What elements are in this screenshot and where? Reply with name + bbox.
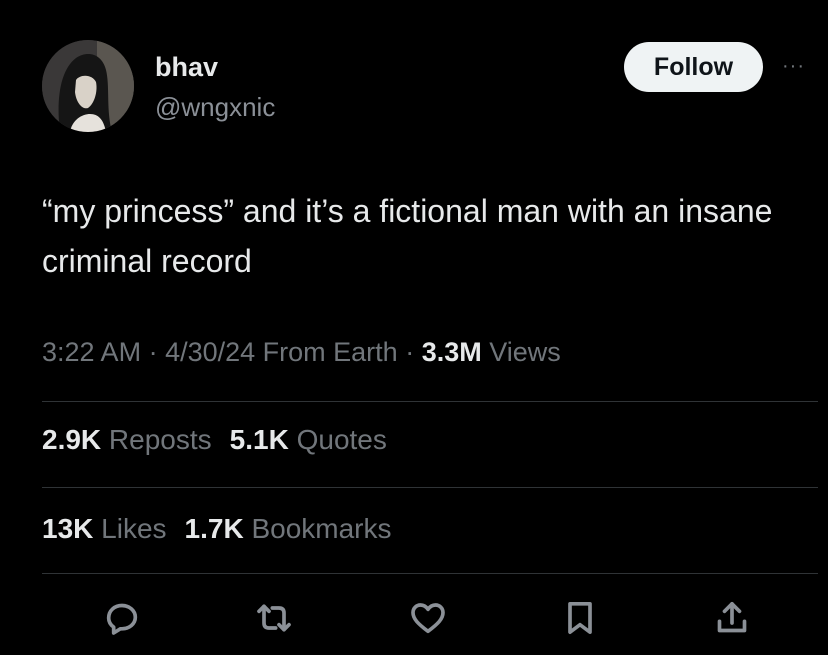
- tweet-source: From Earth: [255, 337, 398, 367]
- heart-icon: [411, 603, 445, 634]
- views-label: Views: [481, 337, 561, 367]
- reposts-stat[interactable]: 2.9K Reposts: [42, 424, 212, 455]
- stats-row-likes-bookmarks: 13K Likes 1.7K Bookmarks: [42, 513, 392, 545]
- repost-icon: [257, 604, 291, 632]
- tweet-time[interactable]: 3:22 AM: [42, 337, 141, 367]
- share-button[interactable]: [708, 594, 756, 642]
- bookmark-button[interactable]: [556, 594, 604, 642]
- bookmarks-label: Bookmarks: [243, 513, 392, 544]
- repost-button[interactable]: [250, 594, 298, 642]
- quotes-label: Quotes: [288, 424, 387, 455]
- likes-stat[interactable]: 13K Likes: [42, 513, 167, 544]
- stats-row-reposts-quotes: 2.9K Reposts 5.1K Quotes: [42, 424, 387, 456]
- meta-separator: ·: [141, 337, 166, 367]
- likes-count: 13K: [42, 513, 94, 544]
- likes-label: Likes: [93, 513, 167, 544]
- reposts-label: Reposts: [101, 424, 212, 455]
- tweet-date[interactable]: 4/30/24: [165, 337, 255, 367]
- action-bar: [0, 590, 828, 650]
- bookmarks-stat[interactable]: 1.7K Bookmarks: [185, 513, 392, 544]
- author-handle[interactable]: @wngxnic: [155, 92, 275, 123]
- divider: [42, 487, 818, 488]
- bookmarks-count: 1.7K: [184, 513, 244, 544]
- quotes-count: 5.1K: [229, 424, 289, 455]
- tweet-text: “my princess” and it’s a fictional man w…: [42, 193, 773, 279]
- bookmark-icon: [568, 602, 592, 634]
- divider: [42, 573, 818, 574]
- reply-icon: [106, 603, 138, 635]
- meta-separator: ·: [397, 337, 422, 367]
- quotes-stat[interactable]: 5.1K Quotes: [230, 424, 387, 455]
- follow-button[interactable]: Follow: [624, 42, 763, 92]
- reposts-count: 2.9K: [42, 424, 102, 455]
- more-options-icon[interactable]: ···: [782, 55, 805, 78]
- author-display-name[interactable]: bhav: [155, 52, 218, 83]
- like-button[interactable]: [404, 594, 452, 642]
- reply-button[interactable]: [98, 594, 146, 642]
- views-count: 3.3M: [421, 337, 482, 367]
- divider: [42, 401, 818, 402]
- tweet-meta: 3:22 AM · 4/30/24 From Earth · 3.3M View…: [42, 337, 561, 368]
- share-icon: [717, 602, 747, 633]
- avatar-image: [42, 40, 134, 132]
- avatar[interactable]: [42, 40, 134, 132]
